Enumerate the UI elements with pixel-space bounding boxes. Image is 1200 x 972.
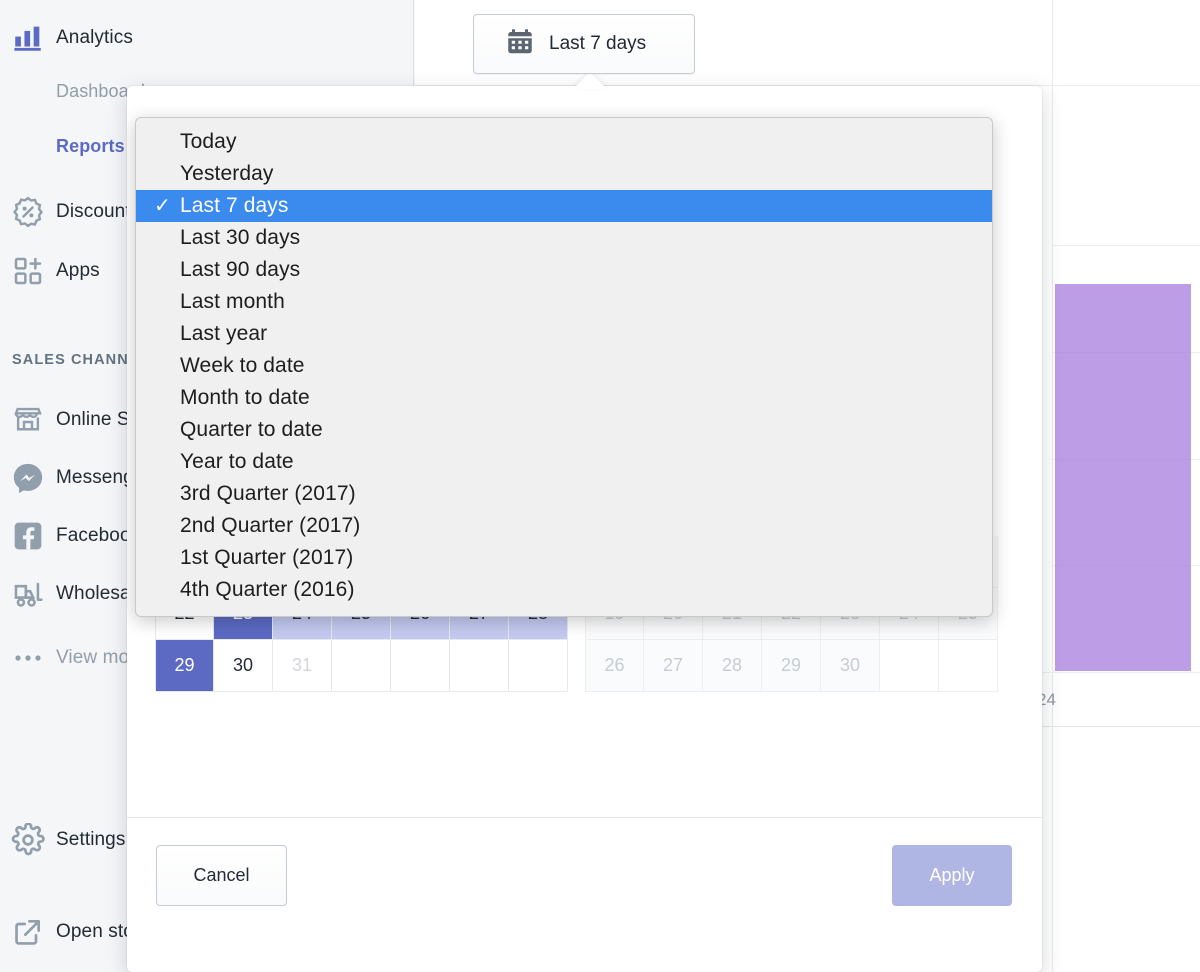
dropdown-option-label: Last 7 days — [180, 194, 289, 218]
check-icon: ✓ — [154, 580, 180, 600]
external-link-icon — [0, 916, 56, 948]
date-picker-body: 1516171819202122232425262728293031 12131… — [127, 86, 1042, 817]
calendar-day-cell[interactable]: 29 — [155, 640, 214, 692]
dropdown-option[interactable]: ✓1st Quarter (2017) — [136, 542, 992, 574]
sidebar-item-analytics[interactable]: Analytics — [0, 18, 414, 58]
calendar-day-cell[interactable]: 28 — [703, 640, 762, 692]
dropdown-option-label: 3rd Quarter (2017) — [180, 482, 356, 506]
settings-gear-icon — [0, 823, 56, 857]
dropdown-option[interactable]: ✓Month to date — [136, 382, 992, 414]
sidebar-item-label: Settings — [56, 829, 125, 851]
calendar-day-cell[interactable]: 30 — [214, 640, 273, 692]
dropdown-option[interactable]: ✓Week to date — [136, 350, 992, 382]
dropdown-option[interactable]: ✓Year to date — [136, 446, 992, 478]
ellipsis-icon — [0, 653, 56, 663]
dropdown-option-label: 4th Quarter (2016) — [180, 578, 355, 602]
dropdown-option[interactable]: ✓Quarter to date — [136, 414, 992, 446]
calendar-day-cell[interactable]: 29 — [762, 640, 821, 692]
check-icon: ✓ — [154, 324, 180, 344]
dropdown-option-label: Month to date — [180, 386, 310, 410]
check-icon: ✓ — [154, 164, 180, 184]
messenger-icon — [0, 461, 56, 495]
calendar-day-cell — [509, 640, 568, 692]
calendar-icon — [505, 27, 535, 62]
check-icon: ✓ — [154, 196, 180, 216]
dropdown-option-label: Week to date — [180, 354, 305, 378]
calendar-day-cell[interactable]: 26 — [585, 640, 644, 692]
calendar-day-cell — [880, 640, 939, 692]
dropdown-option[interactable]: ✓Yesterday — [136, 158, 992, 190]
check-icon: ✓ — [154, 516, 180, 536]
check-icon: ✓ — [154, 132, 180, 152]
analytics-bar-chart-icon — [0, 21, 56, 55]
calendar-day-cell — [939, 640, 998, 692]
dropdown-option-label: 2nd Quarter (2017) — [180, 514, 360, 538]
dropdown-option-label: Last 30 days — [180, 226, 300, 250]
check-icon: ✓ — [154, 484, 180, 504]
date-range-dropdown-list: ✓Today✓Yesterday✓Last 7 days✓Last 30 day… — [136, 126, 992, 606]
wholesale-forklift-icon — [0, 577, 56, 611]
apps-grid-plus-icon — [0, 255, 56, 287]
cancel-button[interactable]: Cancel — [156, 845, 287, 906]
check-icon: ✓ — [154, 292, 180, 312]
bar-highlight — [1055, 284, 1191, 671]
dropdown-option-label: Quarter to date — [180, 418, 323, 442]
dropdown-option-label: 1st Quarter (2017) — [180, 546, 353, 570]
date-picker-popover: 1516171819202122232425262728293031 12131… — [127, 86, 1042, 972]
dropdown-option-label: Today — [180, 130, 237, 154]
sidebar-item-label: Apps — [56, 260, 100, 282]
popover-caret — [573, 72, 607, 89]
date-range-dropdown[interactable]: ✓Today✓Yesterday✓Last 7 days✓Last 30 day… — [135, 117, 993, 617]
dropdown-option[interactable]: ✓Last 7 days — [136, 190, 992, 222]
dropdown-option[interactable]: ✓Last year — [136, 318, 992, 350]
check-icon: ✓ — [154, 388, 180, 408]
calendar-day-cell[interactable]: 30 — [821, 640, 880, 692]
dropdown-option-label: Year to date — [180, 450, 294, 474]
facebook-icon — [0, 520, 56, 552]
dropdown-option-label: Yesterday — [180, 162, 274, 186]
apply-button[interactable]: Apply — [892, 845, 1012, 906]
calendar-day-cell — [391, 640, 450, 692]
check-icon: ✓ — [154, 452, 180, 472]
dropdown-option[interactable]: ✓Last 30 days — [136, 222, 992, 254]
bg-gridline — [1052, 0, 1053, 972]
dropdown-option[interactable]: ✓Today — [136, 126, 992, 158]
dropdown-option-label: Last year — [180, 322, 267, 346]
check-icon: ✓ — [154, 356, 180, 376]
date-range-button[interactable]: Last 7 days — [473, 14, 695, 74]
calendar-day-cell — [332, 640, 391, 692]
dropdown-option[interactable]: ✓Last month — [136, 286, 992, 318]
sidebar-subitem-label: Reports — [56, 136, 125, 157]
dropdown-option-label: Last month — [180, 290, 285, 314]
calendar-day-cell[interactable]: 31 — [273, 640, 332, 692]
date-range-button-label: Last 7 days — [549, 33, 646, 55]
date-picker-footer: Cancel Apply — [127, 817, 1042, 972]
dropdown-option[interactable]: ✓3rd Quarter (2017) — [136, 478, 992, 510]
bg-gridline — [1052, 245, 1200, 246]
dropdown-option-label: Last 90 days — [180, 258, 300, 282]
calendar-day-cell — [450, 640, 509, 692]
check-icon: ✓ — [154, 260, 180, 280]
check-icon: ✓ — [154, 420, 180, 440]
calendar-day-cell[interactable]: 27 — [644, 640, 703, 692]
sidebar-item-label: Analytics — [56, 27, 133, 49]
online-store-icon — [0, 404, 56, 436]
discount-percent-icon — [0, 195, 56, 229]
dropdown-option[interactable]: ✓2nd Quarter (2017) — [136, 510, 992, 542]
check-icon: ✓ — [154, 548, 180, 568]
dropdown-option[interactable]: ✓Last 90 days — [136, 254, 992, 286]
check-icon: ✓ — [154, 228, 180, 248]
dropdown-option[interactable]: ✓4th Quarter (2016) — [136, 574, 992, 606]
